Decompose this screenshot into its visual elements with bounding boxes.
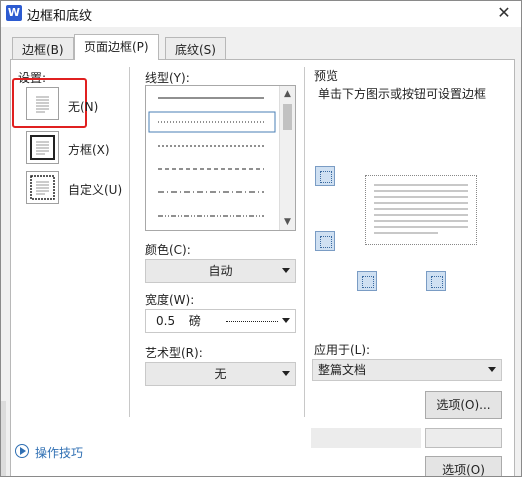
line-style-label: 线型(Y):: [145, 71, 190, 85]
width-select[interactable]: 0.5 磅: [145, 309, 296, 333]
borders-shading-dialog: W 边框和底纹 ✕ 边框(B) 页面边框(P) 底纹(S) 设置: 无(N) 方…: [0, 0, 522, 477]
options-button-label: 选项(O): [442, 463, 485, 477]
line-style-scrollbar[interactable]: ▲ ▼: [279, 86, 295, 230]
options-button-label: 选项(O)...: [436, 398, 491, 412]
art-label: 艺术型(R):: [145, 346, 203, 360]
custom-border-icon[interactable]: [26, 171, 59, 204]
right-border-button[interactable]: [426, 271, 446, 291]
chevron-down-icon: [488, 367, 496, 372]
art-value: 无: [214, 367, 227, 381]
width-line-sample: [226, 321, 278, 322]
scroll-thumb[interactable]: [283, 104, 292, 130]
top-border-button[interactable]: [315, 166, 335, 186]
tab-label: 底纹(S): [175, 43, 216, 57]
preview-page[interactable]: [365, 175, 477, 245]
preview-hint: 单击下方图示或按钮可设置边框: [318, 87, 487, 101]
tab-label: 页面边框(P): [84, 40, 149, 54]
left-border-button[interactable]: [357, 271, 377, 291]
chevron-down-icon: [282, 371, 290, 376]
color-value: 自动: [208, 264, 233, 278]
none-border-icon[interactable]: [26, 87, 59, 120]
tab-page-border[interactable]: 页面边框(P): [74, 34, 159, 60]
width-unit: 磅: [188, 314, 201, 328]
line-style-list[interactable]: ▲ ▼: [145, 85, 296, 231]
disabled-field: [425, 428, 502, 448]
options-button[interactable]: 选项(O)...: [425, 391, 502, 419]
bottom-border-button[interactable]: [315, 231, 335, 251]
color-select[interactable]: 自动: [145, 259, 296, 283]
title-bar: W 边框和底纹 ✕: [1, 1, 521, 27]
tab-borders[interactable]: 边框(B): [12, 37, 74, 59]
options-button-2[interactable]: 选项(O): [425, 456, 502, 477]
apply-to-value: 整篇文档: [318, 363, 367, 377]
tab-label: 边框(B): [22, 43, 64, 57]
apply-to-select[interactable]: 整篇文档: [312, 359, 502, 381]
width-value: 0.5: [156, 314, 176, 328]
chevron-down-icon: [282, 268, 290, 273]
dialog-title: 边框和底纹: [27, 9, 93, 24]
setting-none-label[interactable]: 无(N): [68, 98, 98, 115]
box-border-icon[interactable]: [26, 131, 59, 164]
art-select[interactable]: 无: [145, 362, 296, 386]
setting-custom-label[interactable]: 自定义(U): [68, 181, 122, 198]
close-icon[interactable]: ✕: [495, 4, 513, 22]
tab-shading[interactable]: 底纹(S): [165, 37, 226, 59]
scroll-down-icon[interactable]: ▼: [284, 217, 291, 227]
chevron-down-icon: [282, 318, 290, 323]
apply-to-label: 应用于(L):: [314, 343, 371, 357]
divider: [304, 67, 305, 417]
setting-box-label[interactable]: 方框(X): [68, 141, 110, 158]
disabled-field: [311, 428, 421, 448]
color-label: 颜色(C):: [145, 243, 191, 257]
scroll-up-icon[interactable]: ▲: [284, 89, 291, 99]
divider: [129, 67, 130, 417]
preview-heading: 预览: [314, 69, 339, 83]
left-edge: [1, 401, 6, 476]
tips-link[interactable]: 操作技巧: [35, 444, 83, 461]
width-label: 宽度(W):: [145, 293, 195, 307]
wps-writer-icon: W: [6, 5, 22, 21]
play-icon[interactable]: [15, 444, 29, 458]
